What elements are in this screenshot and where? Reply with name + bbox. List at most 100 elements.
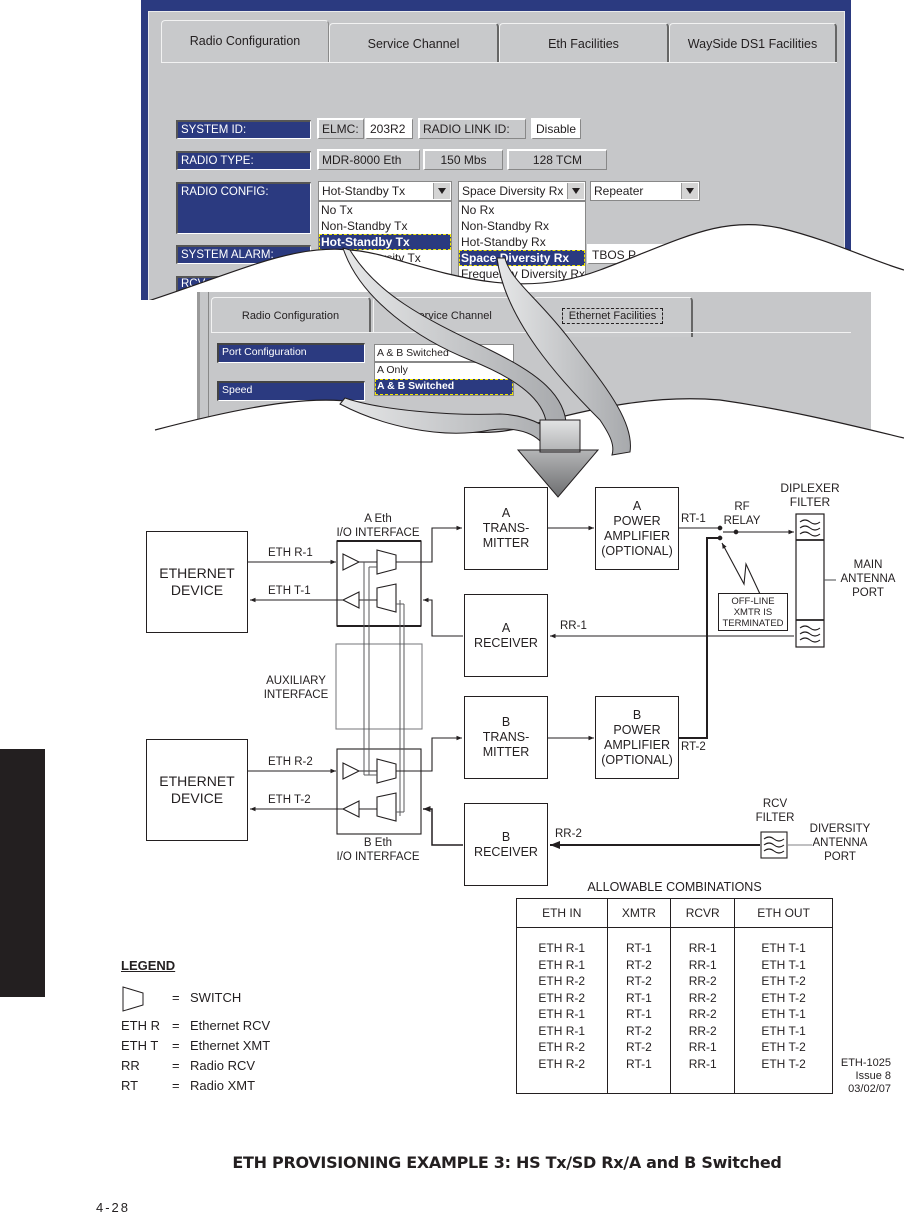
b-tx-feed — [396, 735, 462, 772]
doc-issue: Issue 8 — [855, 1070, 891, 1082]
rx-option[interactable]: Hot-Standby Rx — [459, 234, 585, 250]
table-cell: RR-1 — [688, 957, 717, 972]
table-cell: ETH T-1 — [761, 957, 806, 972]
table-cell: RT-1 — [626, 990, 652, 1005]
tab-service-channel[interactable]: Service Channel — [329, 23, 499, 63]
tab-service-channel-2[interactable]: Service Channel — [373, 297, 531, 333]
b-receiver: B RECEIVER — [464, 803, 548, 886]
buffer-icon — [341, 800, 360, 818]
tx-option[interactable]: No Tx — [319, 202, 451, 218]
xmtr-column: RT-1 RT-2 RT-2 RT-1 RT-1 RT-2 RT-2 RT-1 — [607, 927, 672, 1094]
b-power-amplifier-label: B POWER AMPLIFIER (OPTIONAL) — [601, 707, 673, 767]
radio-rate-value: 150 Mbs — [423, 149, 503, 170]
table-cell: RR-2 — [688, 990, 717, 1005]
rx-option[interactable]: Non-Standby Rx — [459, 218, 585, 234]
port-configuration-select[interactable]: A & B Switched — [374, 344, 514, 362]
tx-option[interactable]: Non-Standby Tx — [319, 218, 451, 234]
diplexer-filter-label: DIPLEXER FILTER — [780, 481, 840, 509]
table-cell: RR-2 — [688, 974, 717, 988]
rcv-filter-box — [760, 831, 788, 859]
main-antenna-port-label: MAIN ANTENNA PORT — [840, 559, 896, 599]
eth-r2-label: ETH R-2 — [268, 756, 313, 768]
tab-ethernet-facilities[interactable]: Ethernet Facilities — [533, 297, 693, 337]
rf-relay-label: RF RELAY — [723, 501, 761, 527]
document-id: ETH-1025 Issue 8 03/02/07 — [831, 1057, 891, 1096]
filter-wave-icon — [799, 625, 821, 643]
table-cell: ETH T-1 — [761, 1007, 806, 1021]
rx-option-selected[interactable]: Space Diversity Rx — [459, 250, 585, 266]
combinations-table: ETH IN XMTR RCVR ETH OUT ETH R-1 ETH R-1 E… — [516, 898, 833, 1094]
a-rx-feed — [423, 597, 463, 637]
tx-option[interactable]: Space Diversity Tx — [319, 250, 451, 266]
legend: LEGEND = SWITCH ETH R = Ethernet RCV ETH T… — [121, 958, 271, 1093]
table-cell: RT-2 — [626, 1023, 652, 1038]
rr2-label: RR-2 — [555, 828, 582, 840]
b-transmitter-label: B TRANS- MITTER — [482, 715, 530, 759]
legend-key: RT — [121, 1078, 139, 1093]
ethernet-device-2: ETHERNET DEVICE — [146, 739, 248, 841]
doc-number: ETH-1025 — [840, 1057, 891, 1069]
tx-option-selected[interactable]: Hot-Standby Tx — [319, 234, 451, 250]
ethernet-device-2-label: ETHERNET DEVICE — [159, 773, 235, 806]
aux-interface-label: AUXILIARY INTERFACE — [263, 675, 329, 701]
radio-config-window: Radio Configuration Service Channel Eth … — [141, 0, 851, 300]
eth-t1-label: ETH T-1 — [268, 585, 311, 597]
elmc-label: ELMC: — [317, 118, 364, 139]
a-eth-io-label: A Eth I/O INTERFACE — [336, 513, 420, 539]
table-cell: RT-2 — [626, 957, 652, 972]
b-receiver-label: B RECEIVER — [474, 829, 538, 859]
port-option-selected[interactable]: A & B Switched — [375, 379, 513, 395]
rx-option[interactable]: No Rx — [459, 202, 585, 218]
port-configuration-dropdown: A Only A & B Switched — [374, 362, 514, 396]
radio-modulation-value: 128 TCM — [507, 149, 607, 170]
tx-config-select[interactable]: Hot-Standby Tx — [318, 181, 452, 201]
header-xmtr: XMTR — [607, 898, 672, 928]
chevron-down-icon[interactable] — [433, 183, 450, 199]
chevron-down-icon[interactable] — [567, 183, 584, 199]
rcvr-column: RR-1 RR-1 RR-2 RR-2 RR-2 RR-2 RR-1 RR-1 — [670, 927, 736, 1094]
aux-interface-box — [335, 643, 423, 730]
legend-key: RR — [121, 1058, 140, 1073]
port-option[interactable]: A Only — [375, 363, 513, 379]
table-cell: RR-1 — [688, 941, 717, 955]
table-cell: RT-2 — [626, 974, 652, 988]
system-id-label: SYSTEM ID: — [176, 120, 311, 139]
a-eth-io-box — [336, 540, 422, 627]
system-alarm-field[interactable]: TBOS P — [587, 244, 827, 264]
tab-radio-configuration[interactable]: Radio Configuration — [161, 20, 329, 62]
radio-link-id-value[interactable]: Disable — [531, 118, 581, 139]
table-cell: ETH T-2 — [761, 990, 806, 1005]
repeater-select[interactable]: Repeater — [590, 181, 700, 201]
a-receiver: A RECEIVER — [464, 594, 548, 677]
rt1-label: RT-1 — [681, 513, 706, 525]
offline-note-box: OFF-LINE XMTR IS TERMINATED — [718, 593, 788, 631]
switch-icon — [376, 792, 397, 822]
switch-icon — [376, 549, 397, 575]
system-alarm-label: SYSTEM ALARM: — [176, 245, 311, 264]
tab-eth-facilities[interactable]: Eth Facilities — [499, 23, 669, 63]
section-edge-tab — [0, 749, 45, 997]
table-cell: RR-2 — [688, 1007, 717, 1021]
radio-config-panel: Radio Configuration Service Channel Eth … — [148, 11, 845, 300]
eth-out-column: ETH T-1 ETH T-1 ETH T-2 ETH T-2 ETH T-1 ETH T… — [735, 928, 833, 1094]
legend-value: Radio XMT — [190, 1078, 256, 1093]
rx-config-select[interactable]: Space Diversity Rx — [458, 181, 586, 201]
header-eth-in: ETH IN — [516, 898, 608, 928]
table-cell: ETH R-2 — [538, 1056, 586, 1071]
table-cell: ETH T-1 — [761, 1023, 806, 1038]
tab-wayside-ds1-facilities[interactable]: WaySide DS1 Facilities — [669, 23, 837, 63]
tab-radio-configuration-2[interactable]: Radio Configuration — [211, 297, 371, 333]
offline-note-label: OFF-LINE XMTR IS TERMINATED — [722, 595, 784, 629]
chevron-down-icon[interactable] — [681, 183, 698, 199]
rx-config-selected: Space Diversity Rx — [462, 184, 564, 198]
table-cell: ETH R-1 — [538, 1007, 586, 1021]
radio-type-label: RADIO TYPE: — [176, 151, 311, 170]
radio-link-id-label: RADIO LINK ID: — [418, 118, 526, 139]
port-config-selected: A & B Switched — [377, 347, 449, 359]
table-cell: ETH T-2 — [761, 974, 806, 988]
elmc-value[interactable]: 203R2 — [365, 118, 413, 139]
buffer-icon — [341, 591, 360, 609]
rx-option[interactable]: Frequency Diversity Rx — [459, 266, 585, 282]
rx-config-dropdown: No Rx Non-Standby Rx Hot-Standby Rx Spac… — [458, 201, 586, 297]
tab-ethernet-facilities-label: Ethernet Facilities — [561, 308, 664, 324]
